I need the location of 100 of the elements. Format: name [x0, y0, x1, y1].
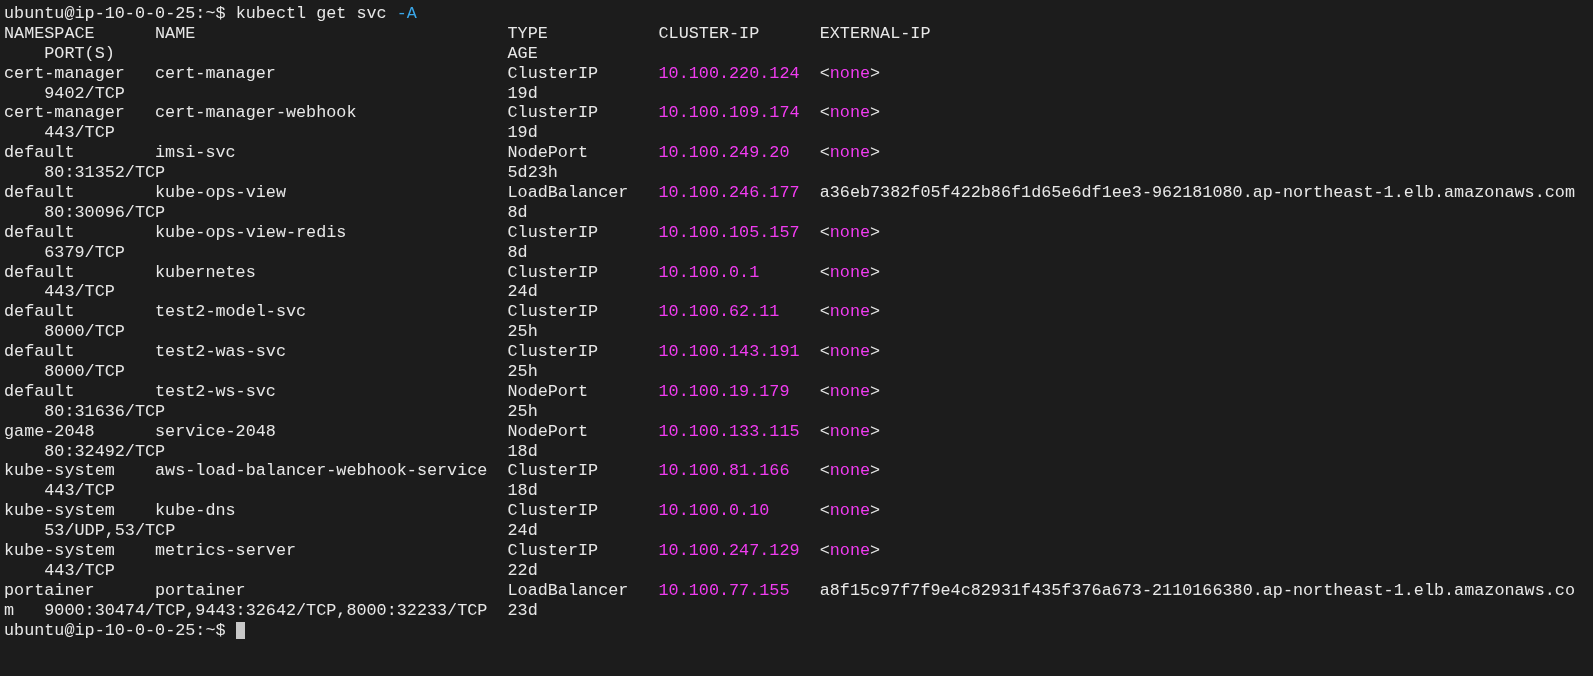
cluster-ip-cell: 10.100.220.124 [658, 63, 800, 84]
cluster-ip-cell: 10.100.77.155 [658, 580, 790, 601]
wrapped-text: m [4, 600, 15, 620]
cluster-ip-cell: 10.100.249.20 [658, 143, 790, 164]
service-name-cell: service-2048 [155, 421, 276, 442]
column-header: TYPE [507, 23, 548, 44]
age-cell: 23d [507, 600, 538, 621]
cluster-ip-cell: 10.100.19.179 [658, 381, 790, 402]
service-name-cell: kubernetes [155, 262, 256, 283]
namespace-cell: default [4, 183, 75, 203]
external-ip-cell: <none> [819, 143, 881, 164]
command-text: kubectl get svc [235, 4, 387, 23]
external-ip-cell: <none> [819, 342, 881, 363]
cluster-ip-cell: 10.100.109.174 [658, 103, 800, 124]
namespace-cell: game-2048 [4, 421, 95, 442]
column-header: PORT(S) [44, 43, 115, 64]
external-ip-cell: <none> [819, 501, 881, 522]
shell-prompt: ubuntu@ip-10-0-0-25:~$ [4, 4, 226, 23]
service-name-cell: kube-ops-view-redis [155, 222, 347, 243]
service-name-cell: kube-ops-view [155, 183, 286, 203]
external-ip-cell: a36eb7382f05f422b86f1d65e6df1ee3-962181080.ap-northeast-1.elb.amazonaws.com [819, 183, 1575, 203]
external-ip-cell: <none> [819, 421, 881, 442]
type-cell: ClusterIP [507, 501, 599, 522]
type-cell: NodePort [507, 143, 589, 164]
ports-cell: 9000:30474/TCP,9443:32642/TCP,8000:32233/TCP [44, 600, 488, 621]
service-name-cell: portainer [155, 580, 246, 601]
external-ip-cell: <none> [819, 103, 881, 124]
namespace-cell: cert-manager [4, 103, 125, 124]
age-cell: 18d [507, 441, 538, 462]
external-ip-cell: <none> [819, 541, 881, 561]
age-cell: 24d [507, 282, 538, 303]
namespace-cell: default [4, 262, 75, 283]
external-ip-cell: <none> [819, 381, 881, 402]
age-cell: 24d [507, 521, 538, 542]
type-cell: ClusterIP [507, 103, 599, 124]
column-header: EXTERNAL-IP [819, 23, 931, 44]
external-ip-cell: <none> [819, 302, 881, 323]
command-option-text: -A [396, 4, 417, 23]
namespace-cell: kube-system [4, 461, 115, 482]
service-name-cell: aws-load-balancer-webhook-service [155, 461, 488, 482]
type-cell: ClusterIP [507, 342, 599, 363]
cluster-ip-cell: 10.100.0.1 [658, 262, 760, 283]
age-cell: 5d23h [507, 163, 558, 184]
cluster-ip-cell: 10.100.0.10 [658, 501, 770, 522]
cluster-ip-cell: 10.100.247.129 [658, 541, 800, 561]
ports-cell: 6379/TCP [44, 242, 125, 263]
ports-cell: 80:31352/TCP [44, 163, 166, 184]
age-cell: 18d [507, 481, 538, 502]
type-cell: NodePort [507, 381, 589, 402]
column-header: NAME [155, 23, 196, 44]
cluster-ip-cell: 10.100.62.11 [658, 302, 780, 323]
type-cell: ClusterIP [507, 262, 599, 283]
service-name-cell: test2-was-svc [155, 342, 286, 363]
cluster-ip-cell: 10.100.81.166 [658, 461, 790, 482]
age-cell: 8d [507, 202, 528, 223]
age-cell: 25h [507, 362, 538, 382]
ports-cell: 80:32492/TCP [44, 441, 166, 462]
age-cell: 19d [507, 123, 538, 144]
service-name-cell: imsi-svc [155, 143, 236, 164]
age-cell: 19d [507, 83, 538, 104]
namespace-cell: portainer [4, 580, 95, 601]
column-header: NAMESPACE [4, 23, 95, 44]
ports-cell: 53/UDP,53/TCP [44, 521, 176, 542]
type-cell: ClusterIP [507, 461, 599, 482]
external-ip-cell: <none> [819, 262, 881, 283]
service-name-cell: test2-model-svc [155, 302, 307, 323]
namespace-cell: kube-system [4, 541, 115, 561]
namespace-cell: default [4, 222, 75, 243]
namespace-cell: default [4, 302, 75, 323]
text-cursor [235, 621, 245, 639]
ports-cell: 443/TCP [44, 282, 115, 303]
column-header: AGE [507, 43, 538, 64]
namespace-cell: cert-manager [4, 63, 125, 84]
ports-cell: 8000/TCP [44, 322, 125, 343]
external-ip-cell: <none> [819, 222, 881, 243]
cluster-ip-cell: 10.100.246.177 [658, 183, 800, 203]
ports-cell: 80:30096/TCP [44, 202, 166, 223]
age-cell: 25h [507, 322, 538, 343]
cluster-ip-cell: 10.100.105.157 [658, 222, 800, 243]
service-name-cell: kube-dns [155, 501, 236, 522]
namespace-cell: default [4, 381, 75, 402]
external-ip-cell: a8f15c97f7f9e4c82931f435f376a673-2110166380.ap-northeast-1.elb.amazonaws.co [819, 580, 1575, 601]
namespace-cell: default [4, 342, 75, 363]
external-ip-cell: <none> [819, 461, 881, 482]
type-cell: ClusterIP [507, 222, 599, 243]
cluster-ip-cell: 10.100.143.191 [658, 342, 800, 363]
service-name-cell: metrics-server [155, 541, 297, 561]
type-cell: LoadBalancer [507, 183, 629, 203]
cluster-ip-cell: 10.100.133.115 [658, 421, 800, 442]
age-cell: 25h [507, 401, 538, 422]
age-cell: 8d [507, 242, 528, 263]
ports-cell: 443/TCP [44, 481, 115, 502]
ports-cell: 9402/TCP [44, 83, 125, 104]
type-cell: LoadBalancer [507, 580, 629, 601]
ports-cell: 80:31636/TCP [44, 401, 166, 422]
age-cell: 22d [507, 560, 538, 581]
ports-cell: 443/TCP [44, 123, 115, 144]
ports-cell: 8000/TCP [44, 362, 125, 382]
service-name-cell: test2-ws-svc [155, 381, 276, 402]
type-cell: ClusterIP [507, 63, 599, 84]
